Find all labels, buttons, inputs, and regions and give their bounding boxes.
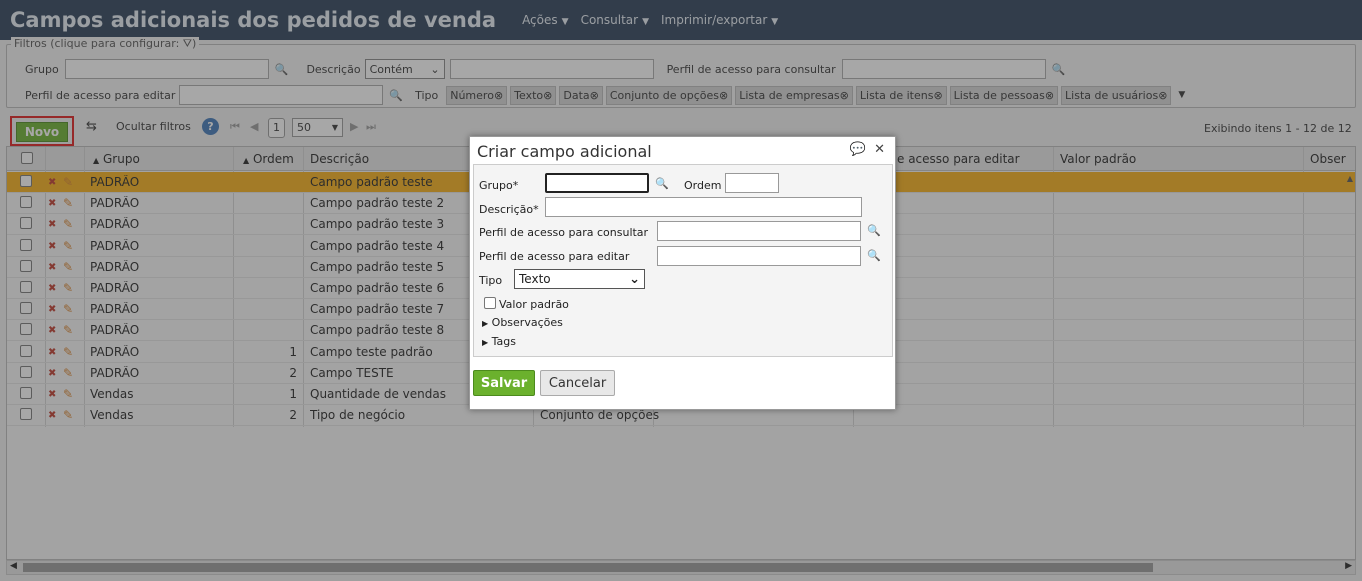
comment-icon[interactable]: 💬 [850,142,866,157]
search-icon[interactable]: 🔍 [655,177,669,190]
ordem-input[interactable] [725,173,779,193]
ordem-label: Ordem [684,179,722,192]
search-icon[interactable]: 🔍 [867,249,881,262]
valor-padrao-label[interactable]: Valor padrão [499,298,569,311]
perfil-editar-label: Perfil de acesso para editar [479,250,630,263]
tags-toggle[interactable]: ▶ Tags [482,335,516,348]
tipo-label: Tipo [479,274,503,287]
tipo-select[interactable]: Texto ⌄ [514,269,645,289]
create-field-dialog: Criar campo adicional 💬 ✕ Grupo* 🔍 Ordem… [469,136,896,410]
search-icon[interactable]: 🔍 [867,224,881,237]
descricao-label: Descrição* [479,203,539,216]
salvar-button[interactable]: Salvar [473,370,535,396]
valor-padrao-checkbox[interactable] [484,297,496,309]
descricao-input[interactable] [545,197,862,217]
observacoes-toggle[interactable]: ▶ Observações [482,316,563,329]
grupo-label: Grupo* [479,179,519,192]
caret-right-icon: ▶ [482,319,489,328]
dialog-form: Grupo* 🔍 Ordem Descrição* Perfil de aces… [473,164,893,357]
caret-right-icon: ▶ [482,338,489,347]
perfil-editar-input[interactable] [657,246,861,266]
cancelar-button[interactable]: Cancelar [540,370,615,396]
chevron-down-icon: ⌄ [629,271,640,287]
dialog-title: Criar campo adicional [477,142,652,161]
close-icon[interactable]: ✕ [874,142,885,157]
perfil-consultar-label: Perfil de acesso para consultar [479,226,649,239]
perfil-consultar-input[interactable] [657,221,861,241]
grupo-input[interactable] [545,173,649,193]
